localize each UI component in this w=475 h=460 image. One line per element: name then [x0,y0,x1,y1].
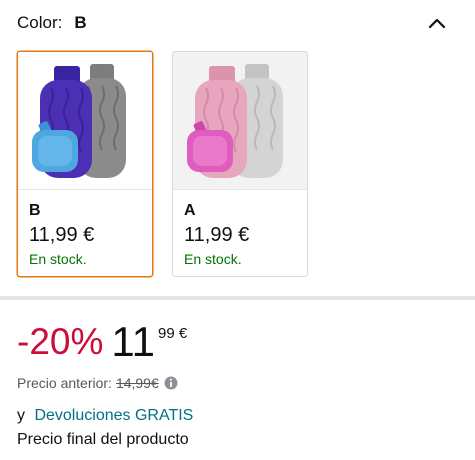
color-selector-header: Color: B [17,10,458,36]
collapse-button[interactable] [424,10,450,36]
hot-water-bottle-purple-gray-icon [18,52,152,189]
price-whole: 11 [111,318,155,365]
chevron-up-icon [428,18,446,29]
price-block: -20% 11 99 € [17,320,187,368]
swatch-divider [173,189,307,190]
list-price-label: Precio anterior: [17,375,112,391]
swatch-stock-status: En stock. [184,251,242,267]
list-price-row: Precio anterior: 14,99€ [17,375,178,391]
returns-row: y Devoluciones GRATIS [17,407,193,425]
swatch-divider [18,189,152,190]
price-fraction: 99 € [158,325,188,342]
free-returns-link[interactable]: Devoluciones GRATIS [34,407,193,424]
swatch-price: 11,99 € [184,224,250,246]
swatch-stock-status: En stock. [29,251,87,267]
swatch-name: A [184,202,196,219]
info-icon[interactable] [164,376,178,390]
hot-water-bottle-pink-white-icon [173,52,307,189]
swatch-name: B [29,202,41,219]
selected-color-value: B [74,13,87,32]
final-price-note: Precio final del producto [17,431,189,448]
product-variant-panel: Color: B B 11,99 € En stock. A 11,99 € E… [0,0,475,460]
color-label: Color: [17,13,63,32]
swatch-price: 11,99 € [29,224,95,246]
list-price-value: 14,99€ [115,375,159,391]
swatch-option-b[interactable]: B 11,99 € En stock. [17,51,153,277]
returns-prefix: y [17,407,25,424]
discount-percentage: -20% [17,321,104,362]
swatch-option-a[interactable]: A 11,99 € En stock. [172,51,308,277]
section-divider [0,296,475,300]
